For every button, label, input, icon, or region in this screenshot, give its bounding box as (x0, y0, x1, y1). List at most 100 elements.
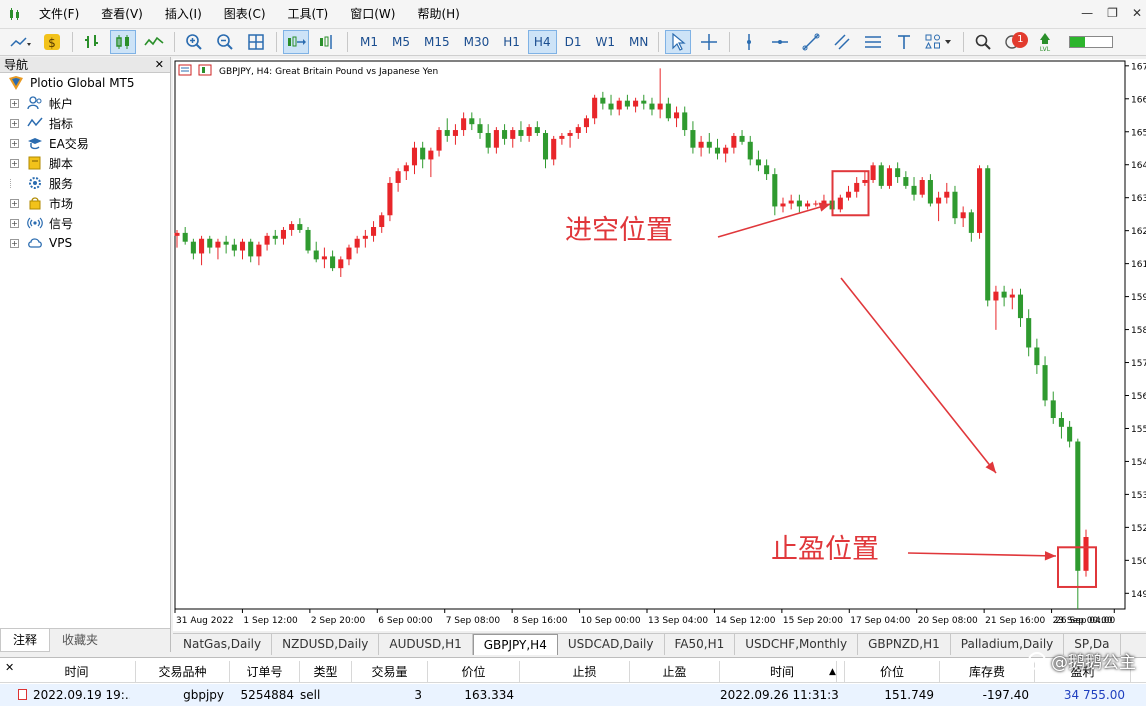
menu-help[interactable]: 帮助(H) (406, 0, 470, 28)
navigator-item-indicators[interactable]: + 指标 (0, 113, 170, 133)
navigator-item-services[interactable]: 服务 (0, 173, 170, 193)
line-mode-icon[interactable] (141, 30, 167, 54)
column-header[interactable]: 订单号 (230, 661, 300, 683)
menu-charts[interactable]: 图表(C) (213, 0, 277, 28)
column-header[interactable]: 时间 (18, 661, 136, 683)
chart-tab-gbpnzd-h1[interactable]: GBPNZD,H1 (858, 634, 951, 655)
navigator-close-icon[interactable]: ✕ (155, 57, 164, 73)
restore-icon[interactable]: ❐ (1107, 6, 1118, 20)
toolbar-separator (276, 32, 277, 52)
expand-icon[interactable]: + (10, 138, 19, 148)
navigator-items: + 帐户 + 指标 + EA交易 + 脚本 服务 + 市场 + 信号 + VPS (0, 93, 170, 253)
cursor-icon[interactable] (665, 30, 692, 54)
timeframe-button-m5[interactable]: M5 (386, 30, 416, 54)
menu-window[interactable]: 窗口(W) (339, 0, 406, 28)
fibonacci-icon[interactable] (860, 30, 886, 54)
chart-tab-gbpjpy-h4[interactable]: GBPJPY,H4 (472, 634, 558, 655)
horizontal-line-icon[interactable] (767, 30, 793, 54)
chart-tab-fa50-h1[interactable]: FA50,H1 (665, 634, 736, 655)
timeframe-button-m30[interactable]: M30 (458, 30, 496, 54)
column-header[interactable]: 价位 (428, 661, 520, 683)
navigator-item-signals[interactable]: + 信号 (0, 213, 170, 233)
chart-shift-icon[interactable] (314, 30, 340, 54)
navigator-item-expert[interactable]: + EA交易 (0, 133, 170, 153)
candle-body (559, 135, 565, 139)
channel-icon[interactable] (829, 30, 855, 54)
chart-tab-natgas-daily[interactable]: NatGas,Daily (173, 634, 273, 655)
chart-tab-audusd-h1[interactable]: AUDUSD,H1 (379, 634, 473, 655)
column-header[interactable]: 类型 (300, 661, 352, 683)
lvl-icon[interactable]: LVL (1032, 30, 1058, 54)
trend-line-icon[interactable] (798, 30, 824, 54)
navigator-item-accounts[interactable]: + 帐户 (0, 93, 170, 113)
expand-icon[interactable]: + (10, 198, 19, 208)
column-header[interactable]: 交易品种 (136, 661, 230, 683)
y-tick-label: 155.444 (1131, 425, 1146, 435)
vertical-line-icon[interactable] (736, 30, 762, 54)
timeframe-button-h1[interactable]: H1 (497, 30, 526, 54)
timeframe-button-w1[interactable]: W1 (589, 30, 621, 54)
x-tick-label: 31 Aug 2022 (176, 616, 234, 626)
column-header[interactable]: 交易量 (352, 661, 428, 683)
entry-label: 进空位置 (565, 215, 673, 246)
candle-body (403, 165, 409, 172)
candle-body (207, 238, 213, 248)
dollar-icon[interactable]: $ (39, 30, 65, 54)
column-header[interactable]: 时间 (720, 661, 845, 683)
text-icon[interactable] (891, 30, 917, 54)
timeframe-button-mn[interactable]: MN (623, 30, 654, 54)
tab-favorites[interactable]: 收藏夹 (50, 629, 110, 652)
menu-file[interactable]: 文件(F) (28, 0, 90, 28)
menu-insert[interactable]: 插入(I) (154, 0, 213, 28)
tab-notes[interactable]: 注释 (0, 629, 51, 652)
search-icon[interactable] (970, 30, 996, 54)
navigator-item-scripts[interactable]: + 脚本 (0, 153, 170, 173)
chart-tab-nzdusd-daily[interactable]: NZDUSD,Daily (272, 634, 380, 655)
expand-icon[interactable]: + (10, 98, 19, 108)
expand-icon[interactable]: + (10, 238, 19, 248)
minimize-icon[interactable]: — (1081, 6, 1093, 20)
timeframe-button-d1[interactable]: D1 (559, 30, 588, 54)
line-chart-icon[interactable] (8, 30, 34, 54)
crosshair-icon[interactable] (696, 30, 722, 54)
close-icon[interactable]: ✕ (1132, 6, 1142, 20)
candle-body (436, 130, 442, 151)
notification-icon[interactable]: 1 (1001, 30, 1029, 54)
column-header[interactable]: 止盈 (630, 661, 720, 683)
navigator-header: 导航 ✕ (0, 57, 170, 73)
expand-icon[interactable]: + (10, 118, 19, 128)
price-chart[interactable]: 167.786 166.664 165.542 164.420 163.298 162.1… (173, 59, 1146, 631)
zoom-out-icon[interactable] (212, 30, 238, 54)
navigator-title: 导航 (4, 58, 29, 72)
timeframe-button-m1[interactable]: M1 (354, 30, 384, 54)
candle-body (280, 229, 286, 239)
grid-icon[interactable] (243, 30, 269, 54)
navigator-item-label: 脚本 (49, 156, 74, 171)
expand-icon[interactable]: + (10, 218, 19, 228)
menu-tools[interactable]: 工具(T) (277, 0, 340, 28)
navigator-item-market[interactable]: + 市场 (0, 193, 170, 213)
navigator-item-vps[interactable]: + VPS (0, 233, 170, 253)
candle-body (952, 191, 958, 219)
column-header[interactable]: 止损 (540, 661, 630, 683)
zoom-in-icon[interactable] (181, 30, 207, 54)
timeframe-button-m15[interactable]: M15 (418, 30, 456, 54)
candle-body (313, 250, 319, 260)
expand-icon[interactable]: + (10, 158, 19, 168)
candle-body (469, 118, 475, 125)
chart-tab-usdchf-monthly[interactable]: USDCHF,Monthly (735, 634, 859, 655)
table-row[interactable]: 2022.09.19 19:... gbpjpy 5254884 sell 3 163.3… (0, 684, 1146, 706)
autoscroll-icon[interactable] (283, 30, 309, 54)
app-logo-icon (10, 8, 19, 20)
bar-chart-icon[interactable] (79, 30, 105, 54)
timeframe-button-h4[interactable]: H4 (527, 30, 557, 54)
chart-tab-usdcad-daily[interactable]: USDCAD,Daily (558, 634, 665, 655)
navigator-root[interactable]: Plotio Global MT5 (0, 73, 170, 93)
shapes-icon[interactable] (922, 30, 956, 54)
column-header[interactable]: 库存费 (940, 661, 1035, 683)
menu-view[interactable]: 查看(V) (90, 0, 154, 28)
y-tick-label: 159.932 (1131, 293, 1146, 303)
column-header[interactable]: 价位 (845, 661, 940, 683)
candle-chart-icon[interactable] (110, 30, 136, 54)
chart-background (173, 59, 1146, 631)
